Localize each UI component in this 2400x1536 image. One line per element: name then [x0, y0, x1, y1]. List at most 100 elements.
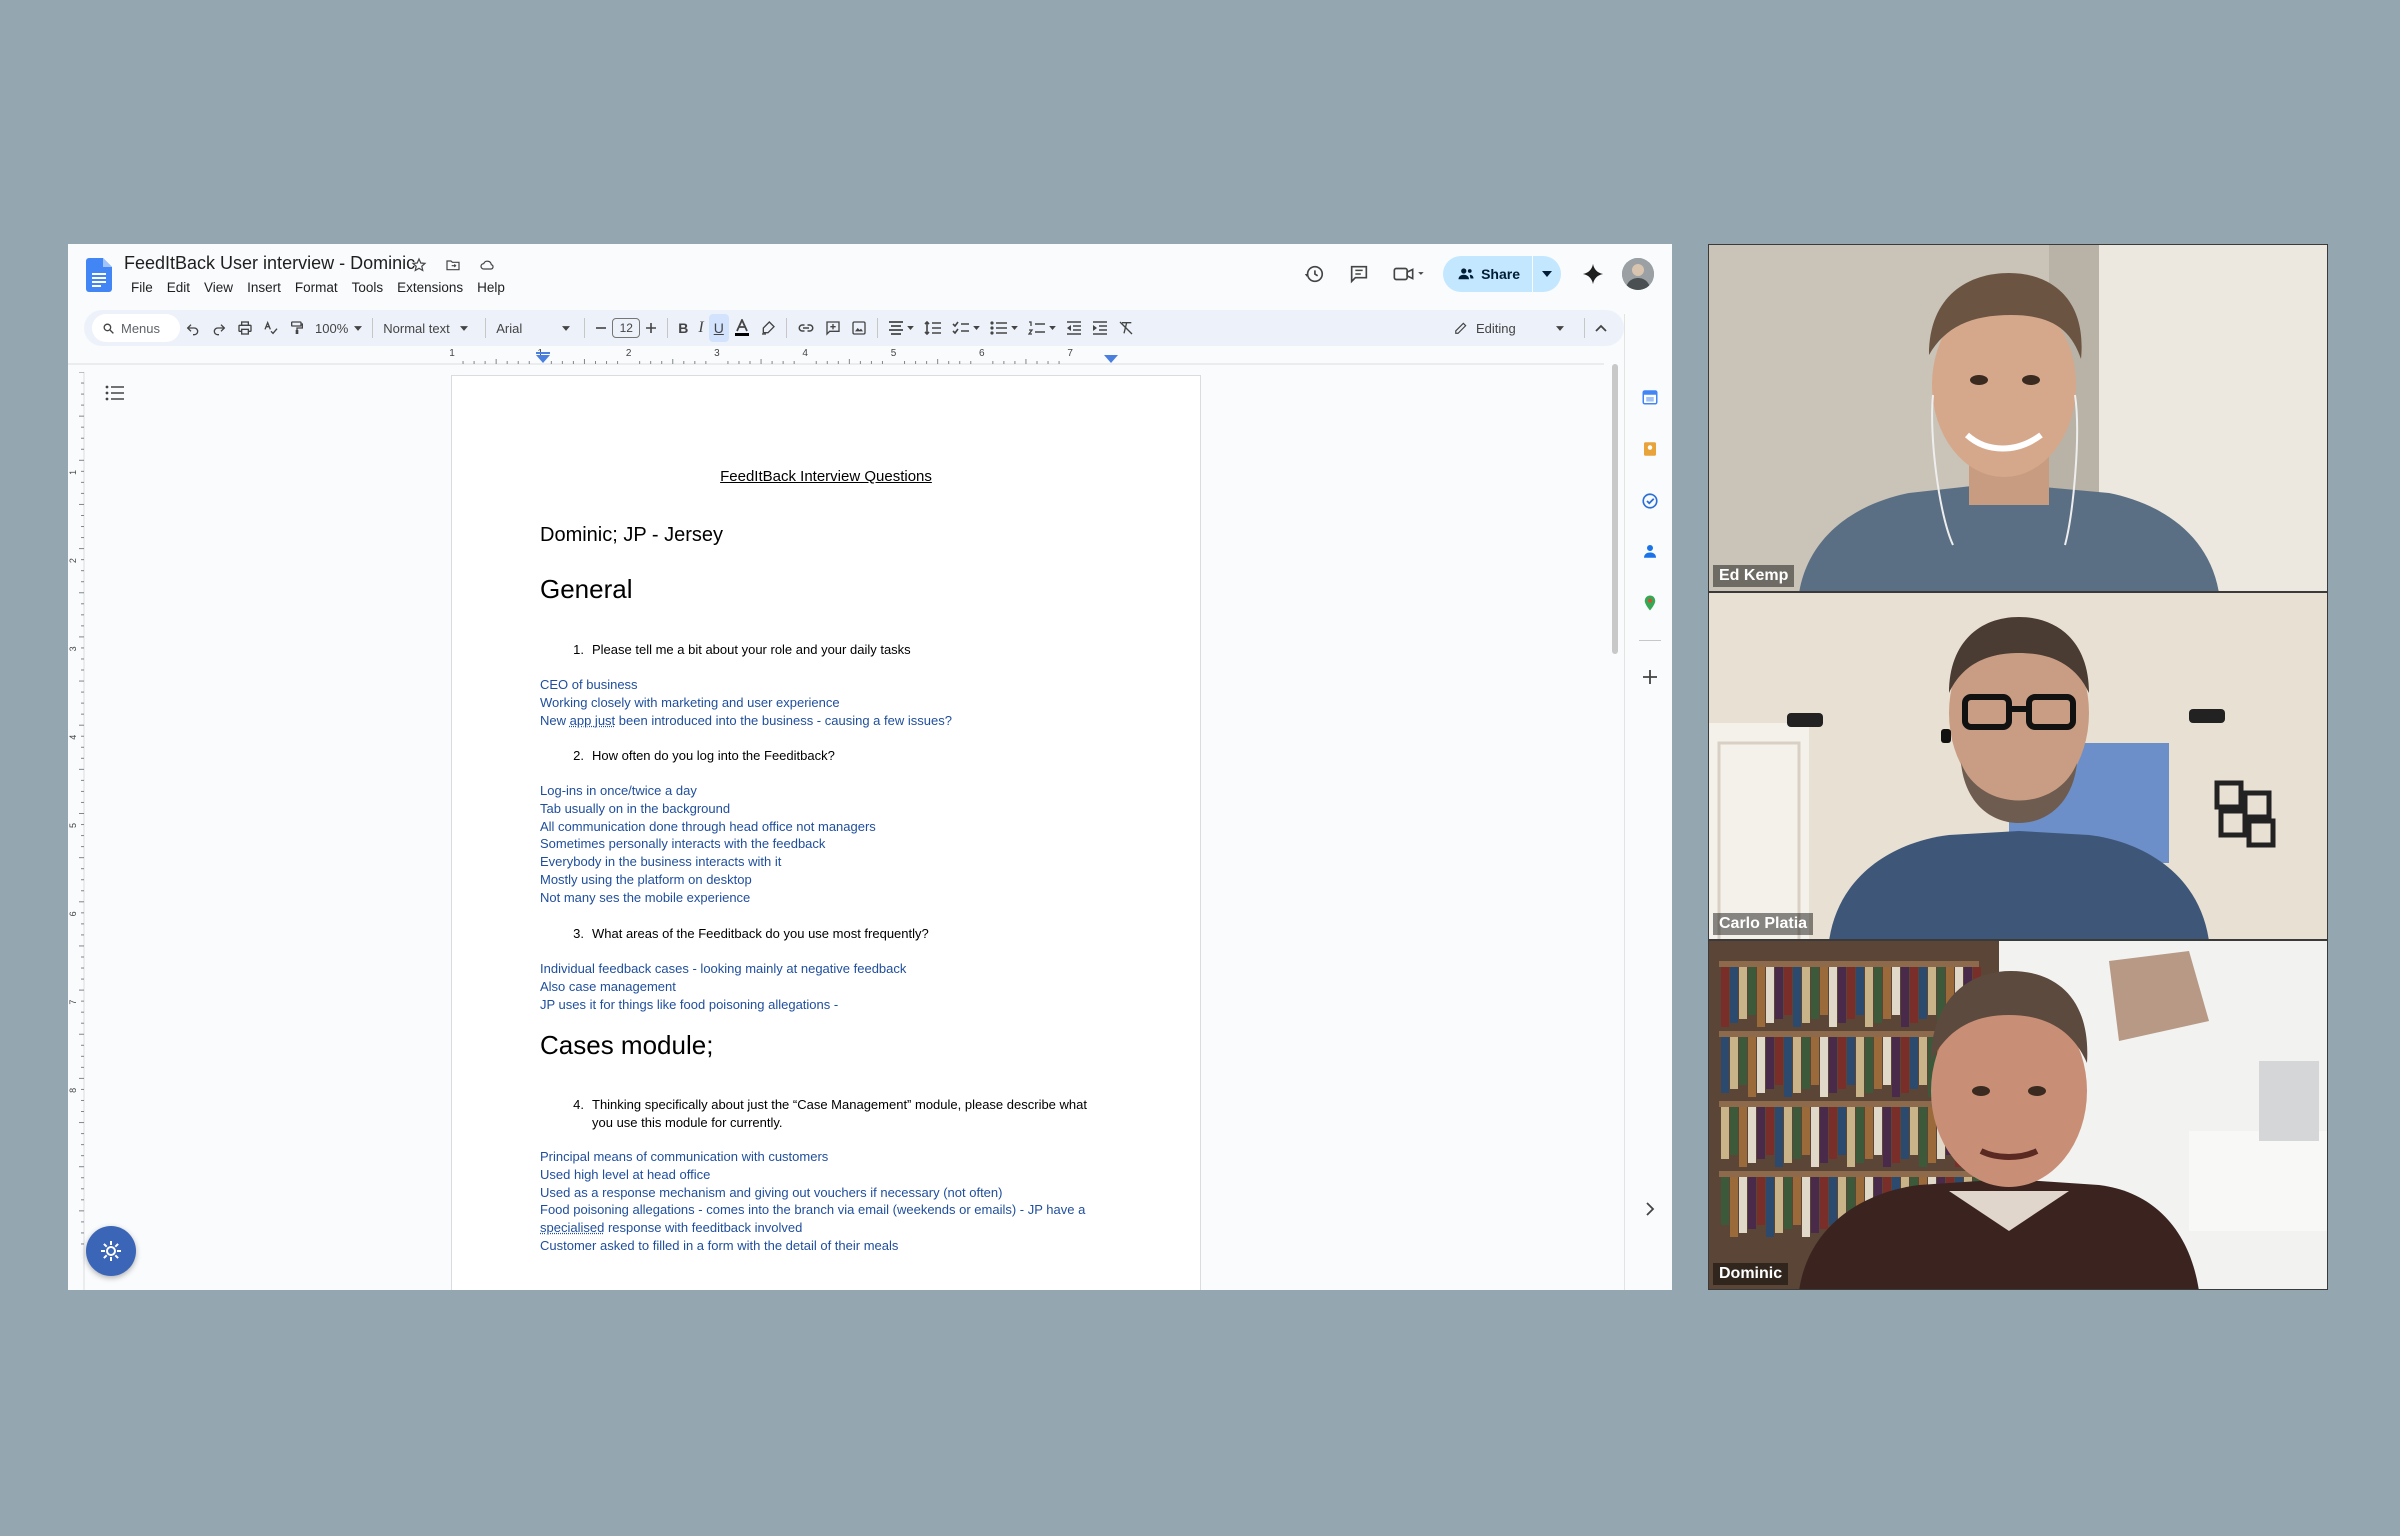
people-icon	[1458, 268, 1474, 280]
menu-help[interactable]: Help	[470, 278, 512, 297]
paint-format-icon[interactable]	[284, 314, 310, 342]
question-1: 1. Please tell me a bit about your role a…	[573, 642, 911, 657]
add-addon-icon[interactable]	[1639, 666, 1661, 688]
contacts-icon[interactable]	[1639, 540, 1661, 562]
ruler-label: 5	[891, 348, 897, 359]
share-button[interactable]: Share	[1443, 256, 1561, 292]
insert-image-icon[interactable]	[846, 314, 872, 342]
ruler-label: 2	[626, 348, 632, 359]
formatting-toolbar: Menus 100% Normal text Arial 12 B I U Ed…	[84, 310, 1624, 346]
decrease-font-size-button[interactable]	[590, 314, 612, 342]
answer-line: Used high level at head office	[540, 1166, 711, 1182]
menu-edit[interactable]: Edit	[160, 278, 197, 297]
print-icon[interactable]	[232, 314, 258, 342]
mode-dropdown-icon	[1555, 325, 1564, 331]
participant-name: Dominic	[1713, 1263, 1789, 1285]
move-folder-icon[interactable]	[442, 254, 464, 276]
interviewee-subtitle: Dominic; JP - Jersey	[540, 524, 724, 546]
menubar: File Edit View Insert Format Tools Exten…	[124, 278, 512, 297]
italic-icon[interactable]: I	[693, 314, 708, 342]
cloud-status-icon[interactable]	[476, 254, 498, 276]
decrease-indent-icon[interactable]	[1061, 314, 1087, 342]
increase-font-size-button[interactable]	[640, 314, 662, 342]
align-icon[interactable]	[883, 314, 919, 342]
video-tile-carlo-platia[interactable]: Carlo Platia	[1708, 592, 2328, 940]
video-tile-dominic[interactable]: Dominic	[1708, 940, 2328, 1290]
document-outline-icon[interactable]	[104, 382, 126, 404]
accessibility-settings-button[interactable]	[86, 1226, 136, 1276]
vertical-ruler[interactable]: 1 2 3 4 5 6 7 8	[68, 372, 90, 1290]
menu-tools[interactable]: Tools	[345, 278, 391, 297]
tasks-icon[interactable]	[1639, 490, 1661, 512]
spellcheck-icon[interactable]	[258, 314, 284, 342]
menu-view[interactable]: View	[197, 278, 240, 297]
hide-menus-icon[interactable]	[1590, 314, 1612, 342]
vertical-scrollbar[interactable]	[1612, 364, 1618, 654]
meet-call-icon[interactable]	[1388, 258, 1430, 290]
version-history-icon[interactable]	[1298, 258, 1330, 290]
comments-icon[interactable]	[1343, 258, 1375, 290]
style-dropdown-icon	[459, 325, 468, 331]
menu-insert[interactable]: Insert	[240, 278, 288, 297]
calendar-icon[interactable]	[1639, 386, 1661, 408]
ruler-label: 2	[68, 558, 78, 563]
text-color-icon[interactable]	[729, 314, 755, 342]
answer-line: Mostly using the platform on desktop	[540, 871, 752, 887]
docs-logo-icon[interactable]	[86, 258, 112, 292]
add-comment-icon[interactable]	[820, 314, 846, 342]
increase-indent-icon[interactable]	[1087, 314, 1113, 342]
font-select[interactable]: Arial	[491, 314, 579, 342]
editing-mode-select[interactable]: Editing	[1449, 314, 1579, 342]
checklist-icon[interactable]	[947, 314, 985, 342]
paragraph-style-select[interactable]: Normal text	[378, 314, 480, 342]
clear-formatting-icon[interactable]	[1113, 314, 1139, 342]
ruler-label: 3	[714, 348, 720, 359]
undo-icon[interactable]	[180, 314, 206, 342]
gemini-icon[interactable]	[1577, 258, 1609, 290]
maps-icon[interactable]	[1639, 592, 1661, 614]
answer-line: All communication done through head offi…	[540, 818, 876, 834]
answer-2: Log-ins in once/twice a day Tab usually …	[540, 782, 1140, 907]
line-spacing-icon[interactable]	[919, 314, 947, 342]
ruler-label: 4	[802, 348, 808, 359]
font-size-input[interactable]: 12	[612, 318, 641, 338]
pencil-icon	[1455, 322, 1467, 334]
search-menus[interactable]: Menus	[92, 314, 180, 342]
underline-icon[interactable]: U	[708, 314, 729, 342]
account-avatar[interactable]	[1622, 258, 1654, 290]
bold-icon[interactable]: B	[673, 314, 693, 342]
keep-icon[interactable]	[1639, 438, 1661, 460]
menu-format[interactable]: Format	[288, 278, 345, 297]
document-page[interactable]: FeedItBack Interview Questions Dominic; …	[452, 376, 1200, 1290]
answer-line: JP uses it for things like food poisonin…	[540, 996, 839, 1012]
share-dropdown-icon[interactable]	[1533, 271, 1561, 277]
bulleted-list-icon[interactable]	[985, 314, 1023, 342]
highlight-color-icon[interactable]	[755, 314, 781, 342]
video-tile-ed-kemp[interactable]: Ed Kemp	[1708, 244, 2328, 592]
answer-line: Individual feedback cases - looking main…	[540, 961, 907, 976]
participant-name: Ed Kemp	[1713, 565, 1795, 587]
menu-file[interactable]: File	[124, 278, 160, 297]
show-side-panel-icon[interactable]	[1639, 1198, 1661, 1220]
redo-icon[interactable]	[206, 314, 232, 342]
first-line-indent-marker[interactable]	[536, 352, 550, 354]
left-indent-marker[interactable]	[536, 355, 550, 363]
numbered-list-icon[interactable]	[1023, 314, 1061, 342]
star-icon[interactable]	[408, 254, 430, 276]
menu-extensions[interactable]: Extensions	[390, 278, 470, 297]
right-indent-marker[interactable]	[1104, 355, 1118, 363]
insert-link-icon[interactable]	[792, 314, 820, 342]
ruler-label: 5	[68, 823, 78, 828]
ruler-label: 1	[449, 348, 455, 359]
answer-3: Individual feedback cases - looking main…	[540, 960, 1140, 1013]
section-cases-heading: Cases module;	[540, 1030, 714, 1060]
docs-window: FeedItBack User interview - Dominic File…	[68, 244, 1672, 1290]
answer-line: Sometimes personally interacts with the …	[540, 836, 826, 852]
horizontal-ruler[interactable]: 11234567	[68, 346, 1604, 368]
ruler-label: 7	[1067, 348, 1073, 359]
editing-mode-value: Editing	[1476, 320, 1516, 336]
document-title[interactable]: FeedItBack User interview - Dominic	[124, 253, 415, 274]
answer-line: Principal means of communication with cu…	[540, 1149, 829, 1164]
zoom-select[interactable]: 100%	[310, 314, 367, 342]
ruler-label: 4	[68, 735, 78, 740]
